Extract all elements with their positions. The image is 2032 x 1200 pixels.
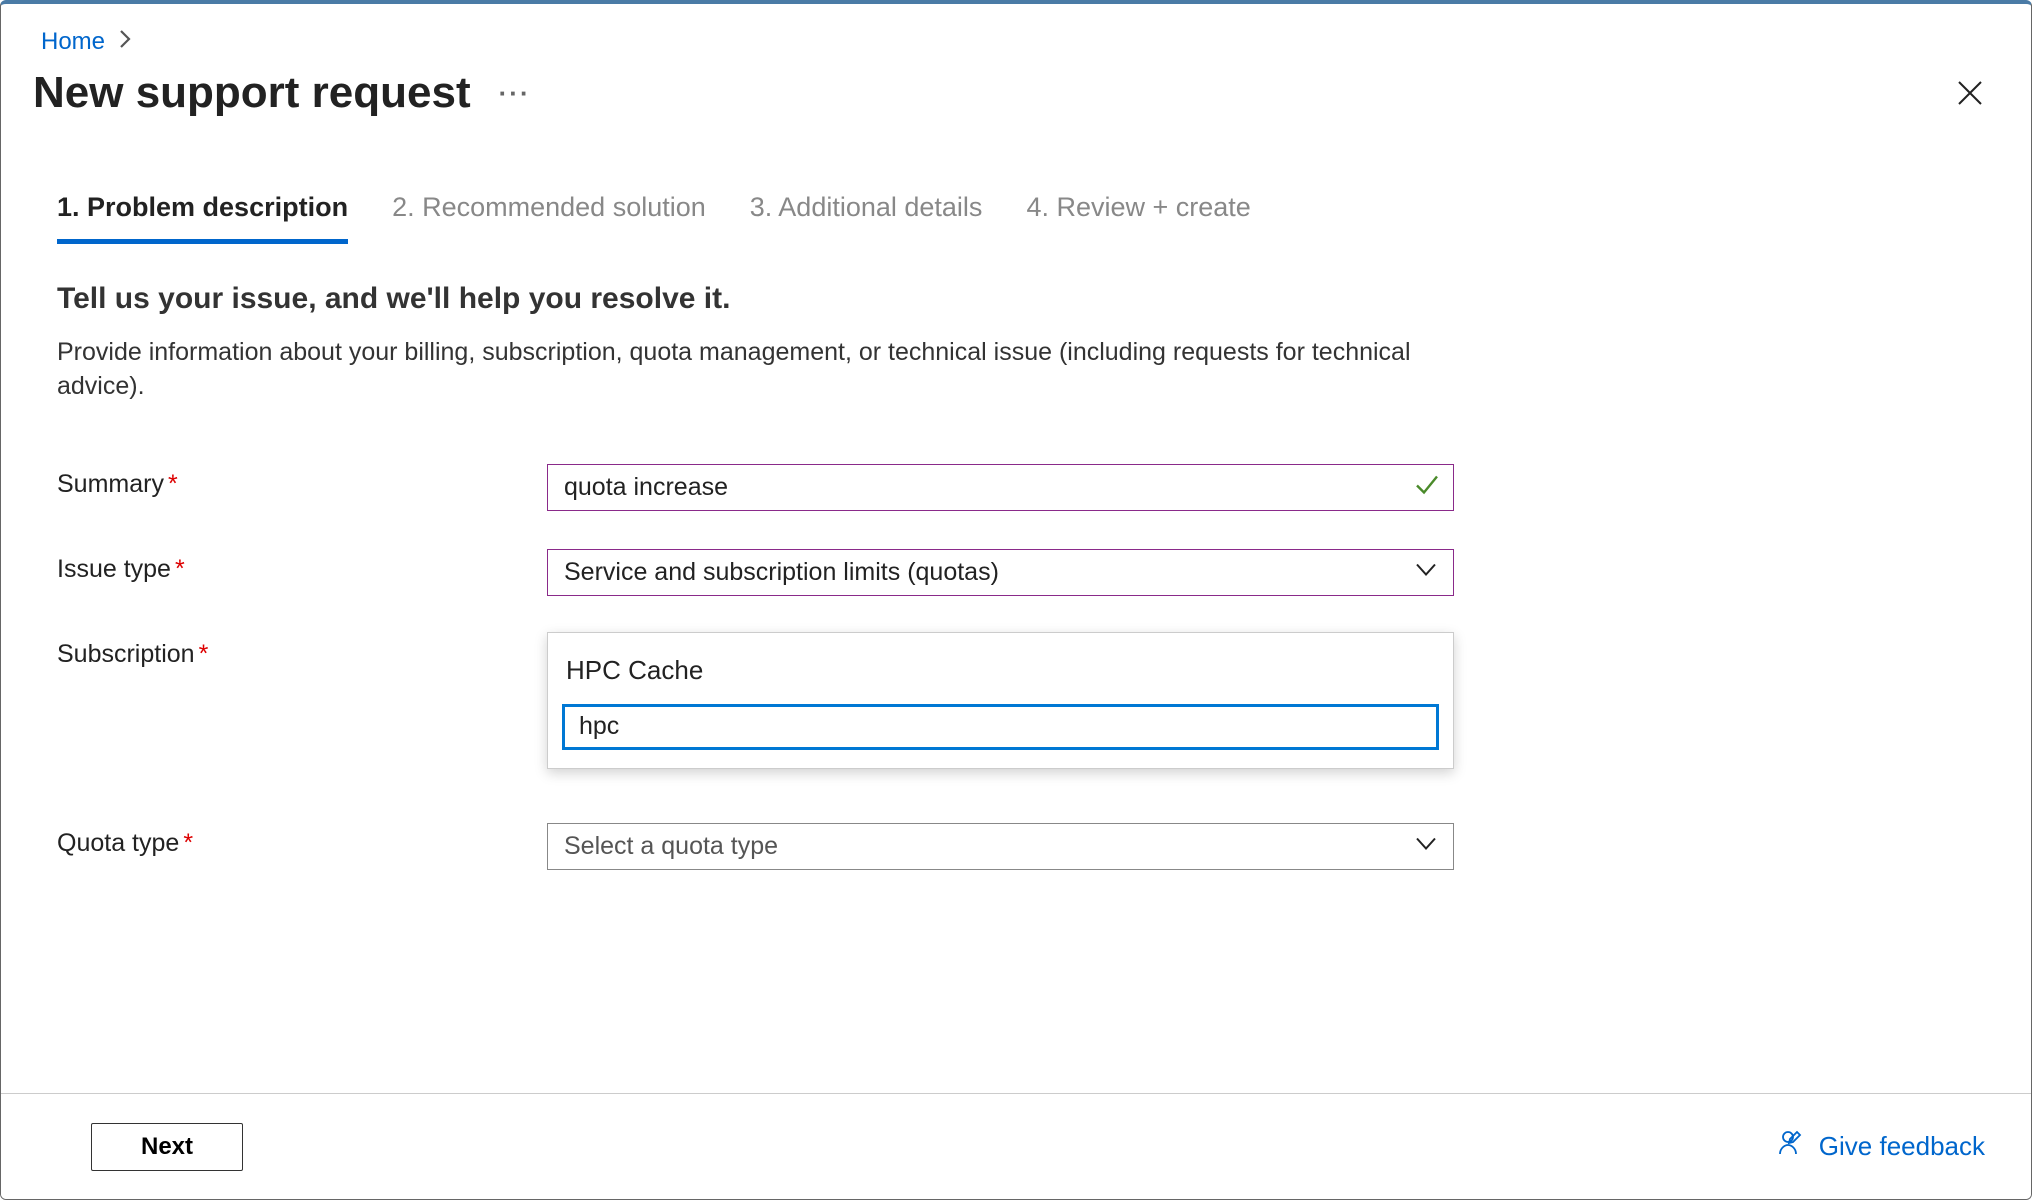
summary-input[interactable] — [547, 464, 1454, 511]
feedback-icon — [1777, 1128, 1807, 1165]
give-feedback-link[interactable]: Give feedback — [1777, 1128, 1985, 1165]
form-row-issue-type: Issue type* Service and subscription lim… — [57, 549, 1975, 596]
form-row-subscription: Subscription* HPC Cache — [57, 634, 1975, 669]
tab-review-create[interactable]: 4. Review + create — [1026, 192, 1250, 244]
form-row-quota-type: Quota type* Select a quota type — [57, 823, 1975, 870]
wizard-tabs: 1. Problem description 2. Recommended so… — [57, 192, 1975, 244]
breadcrumb: Home — [1, 4, 2031, 68]
quota-type-label: Quota type* — [57, 823, 547, 858]
check-icon — [1414, 472, 1440, 503]
form-row-summary: Summary* — [57, 464, 1975, 511]
subscription-filter-input[interactable] — [562, 704, 1439, 750]
section-heading: Tell us your issue, and we'll help you r… — [57, 282, 1975, 316]
breadcrumb-home-link[interactable]: Home — [41, 28, 105, 56]
close-button[interactable] — [1949, 72, 1991, 114]
page-title: New support request ··· — [33, 68, 531, 118]
footer-bar: Next Give feedback — [1, 1093, 2031, 1199]
quota-type-select[interactable]: Select a quota type — [547, 823, 1454, 870]
subscription-label: Subscription* — [57, 634, 547, 669]
tab-problem-description[interactable]: 1. Problem description — [57, 192, 348, 244]
next-button[interactable]: Next — [91, 1123, 243, 1171]
tab-additional-details[interactable]: 3. Additional details — [750, 192, 983, 244]
issue-type-label: Issue type* — [57, 549, 547, 584]
summary-label: Summary* — [57, 464, 547, 499]
more-actions-icon[interactable]: ··· — [499, 78, 531, 109]
issue-type-select[interactable]: Service and subscription limits (quotas) — [547, 549, 1454, 596]
section-description: Provide information about your billing, … — [57, 336, 1497, 404]
subscription-dropdown: HPC Cache — [547, 632, 1454, 769]
tab-recommended-solution[interactable]: 2. Recommended solution — [392, 192, 706, 244]
chevron-right-icon — [119, 29, 133, 55]
subscription-option-hpc-cache[interactable]: HPC Cache — [562, 647, 1439, 704]
